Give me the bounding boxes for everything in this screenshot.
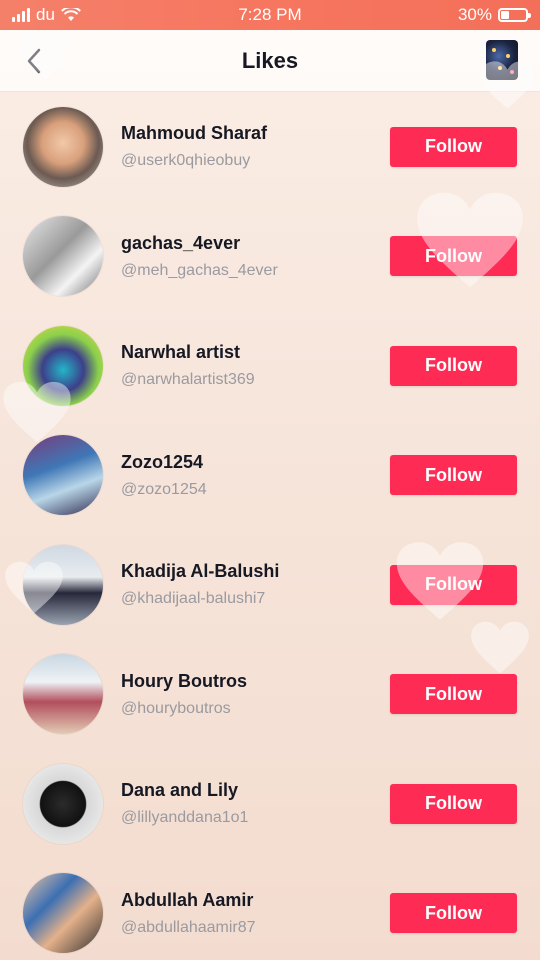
back-button[interactable] bbox=[18, 44, 50, 78]
page-title: Likes bbox=[241, 47, 299, 73]
avatar[interactable] bbox=[23, 654, 103, 735]
list-item[interactable]: gachas_4ever @meh_gachas_4ever Follow bbox=[0, 202, 540, 312]
follow-button[interactable]: Follow bbox=[390, 674, 517, 715]
follow-button[interactable]: Follow bbox=[390, 236, 517, 277]
avatar[interactable] bbox=[23, 873, 103, 954]
user-info: Narwhal artist @narwhalartist369 bbox=[121, 342, 255, 389]
user-name[interactable]: Abdullah Aamir bbox=[121, 890, 256, 911]
avatar[interactable] bbox=[23, 435, 103, 516]
list-item[interactable]: Dana and Lily @lillyanddana1o1 Follow bbox=[0, 749, 540, 859]
user-handle: @userk0qhieobuy bbox=[121, 152, 251, 170]
follow-button[interactable]: Follow bbox=[390, 126, 517, 167]
list-item[interactable]: Narwhal artist @narwhalartist369 Follow bbox=[0, 311, 540, 421]
user-name[interactable]: Narwhal artist bbox=[121, 342, 255, 363]
avatar[interactable] bbox=[23, 544, 103, 625]
signal-icon bbox=[12, 8, 30, 22]
avatar[interactable] bbox=[23, 106, 103, 187]
follow-button[interactable]: Follow bbox=[390, 455, 517, 496]
status-bar: du 7:28 PM 30% bbox=[0, 0, 540, 30]
user-handle: @meh_gachas_4ever bbox=[121, 261, 278, 279]
video-thumbnail[interactable] bbox=[486, 40, 518, 80]
follow-button[interactable]: Follow bbox=[390, 345, 517, 386]
avatar[interactable] bbox=[23, 763, 103, 844]
user-info: Dana and Lily @lillyanddana1o1 bbox=[121, 780, 248, 827]
list-item[interactable]: Houry Boutros @houryboutros Follow bbox=[0, 640, 540, 750]
user-info: Houry Boutros @houryboutros bbox=[121, 671, 247, 718]
list-item[interactable]: Abdullah Aamir @abdullahaamir87 Follow bbox=[0, 859, 540, 960]
avatar[interactable] bbox=[23, 216, 103, 297]
follow-button[interactable]: Follow bbox=[390, 893, 517, 934]
user-info: Khadija Al-Balushi @khadijaal-balushi7 bbox=[121, 561, 279, 608]
user-name[interactable]: Mahmoud Sharaf bbox=[121, 123, 267, 144]
user-name[interactable]: Dana and Lily bbox=[121, 780, 248, 801]
user-info: Mahmoud Sharaf @userk0qhieobuy bbox=[121, 123, 267, 170]
user-name[interactable]: gachas_4ever bbox=[121, 233, 278, 254]
user-handle: @houryboutros bbox=[121, 699, 231, 717]
list-item[interactable]: Mahmoud Sharaf @userk0qhieobuy Follow bbox=[0, 92, 540, 202]
user-name[interactable]: Houry Boutros bbox=[121, 671, 247, 692]
chevron-left-icon bbox=[27, 48, 41, 74]
page-header: Likes bbox=[0, 30, 540, 92]
follow-button[interactable]: Follow bbox=[390, 783, 517, 824]
user-handle: @zozo1254 bbox=[121, 480, 207, 498]
user-info: Zozo1254 @zozo1254 bbox=[121, 452, 207, 499]
user-name[interactable]: Khadija Al-Balushi bbox=[121, 561, 279, 582]
wifi-icon bbox=[61, 8, 81, 21]
user-handle: @abdullahaamir87 bbox=[121, 918, 256, 936]
user-handle: @lillyanddana1o1 bbox=[121, 809, 249, 827]
user-name[interactable]: Zozo1254 bbox=[121, 452, 207, 473]
battery-percent: 30% bbox=[457, 5, 492, 24]
user-info: gachas_4ever @meh_gachas_4ever bbox=[121, 233, 278, 280]
user-info: Abdullah Aamir @abdullahaamir87 bbox=[121, 890, 256, 937]
list-item[interactable]: Khadija Al-Balushi @khadijaal-balushi7 F… bbox=[0, 530, 540, 640]
list-item[interactable]: Zozo1254 @zozo1254 Follow bbox=[0, 421, 540, 531]
avatar[interactable] bbox=[23, 325, 103, 406]
status-right: 30% bbox=[457, 5, 531, 25]
carrier-label: du bbox=[36, 5, 55, 24]
likes-list: Mahmoud Sharaf @userk0qhieobuy Follow ga… bbox=[0, 92, 540, 960]
user-handle: @narwhalartist369 bbox=[121, 371, 255, 389]
user-handle: @khadijaal-balushi7 bbox=[121, 590, 266, 608]
status-left: du bbox=[12, 5, 81, 25]
follow-button[interactable]: Follow bbox=[390, 564, 517, 605]
battery-icon bbox=[498, 8, 531, 22]
